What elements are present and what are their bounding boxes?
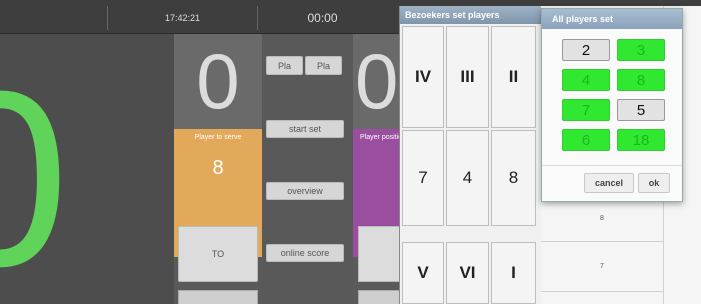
- player-button[interactable]: 7: [562, 99, 610, 121]
- player-button[interactable]: 3: [617, 39, 665, 61]
- position-cell-vi[interactable]: VI: [446, 242, 489, 304]
- player-to-serve-number: 8: [212, 157, 224, 179]
- match-timer: 00:00: [257, 6, 387, 30]
- home-set-score: 0: [174, 34, 262, 129]
- player-cell-iv[interactable]: 7: [402, 130, 444, 226]
- dialog-divider: [542, 165, 682, 166]
- start-set-button[interactable]: start set: [266, 120, 344, 138]
- clock: 17:42:21: [107, 6, 257, 30]
- player-button[interactable]: 6: [562, 129, 610, 151]
- position-cell-ii[interactable]: II: [491, 26, 536, 128]
- position-cell-iv[interactable]: IV: [402, 26, 444, 128]
- player-button[interactable]: 18: [617, 129, 665, 151]
- overview-button[interactable]: overview: [266, 182, 344, 200]
- home-timeout-button[interactable]: TO: [178, 226, 258, 282]
- all-players-set-dialog: All players set 2 3 4 8 7 5 6 18 cancel …: [541, 8, 683, 202]
- home-secondary-button[interactable]: [178, 290, 258, 304]
- dialog-title: All players set: [542, 9, 682, 29]
- player-position-label: Player position: [360, 134, 399, 141]
- online-score-button[interactable]: online score: [266, 244, 344, 262]
- bezoekers-set-players-panel: Bezoekers set players IV III II 7 4 8 V …: [399, 6, 542, 304]
- away-timeout-button[interactable]: T: [358, 226, 399, 282]
- control-column: Pla Pla start set overview online score: [262, 34, 353, 304]
- ok-button[interactable]: ok: [638, 173, 670, 193]
- player-button[interactable]: 8: [617, 69, 665, 91]
- home-team-column: 0 Player to serve 8 TO: [174, 34, 262, 304]
- away-team-column: 0 Player position T: [353, 34, 399, 304]
- pla-left-button[interactable]: Pla: [266, 56, 303, 75]
- away-set-score: 0: [353, 34, 399, 129]
- bezoekers-panel-title: Bezoekers set players: [400, 6, 542, 24]
- player-cell-iii[interactable]: 4: [446, 130, 489, 226]
- away-secondary-button[interactable]: [358, 290, 399, 304]
- position-cell-v[interactable]: V: [402, 242, 444, 304]
- player-to-serve-label: Player to serve: [194, 134, 242, 141]
- position-cell-iii[interactable]: III: [446, 26, 489, 128]
- table-row: 7: [541, 242, 663, 292]
- player-button[interactable]: 2: [562, 39, 610, 61]
- home-big-score-panel: 0: [0, 34, 174, 304]
- pla-right-button[interactable]: Pla: [305, 56, 342, 75]
- player-button[interactable]: 5: [617, 99, 665, 121]
- table-row: 8: [541, 196, 663, 242]
- player-button[interactable]: 4: [562, 69, 610, 91]
- home-big-score: 0: [0, 54, 69, 304]
- scoreboard-app: 17:42:21 00:00 0 0 Player to serve 8 TO …: [0, 0, 701, 304]
- cancel-button[interactable]: cancel: [584, 173, 634, 193]
- position-cell-i[interactable]: I: [491, 242, 536, 304]
- player-cell-ii[interactable]: 8: [491, 130, 536, 226]
